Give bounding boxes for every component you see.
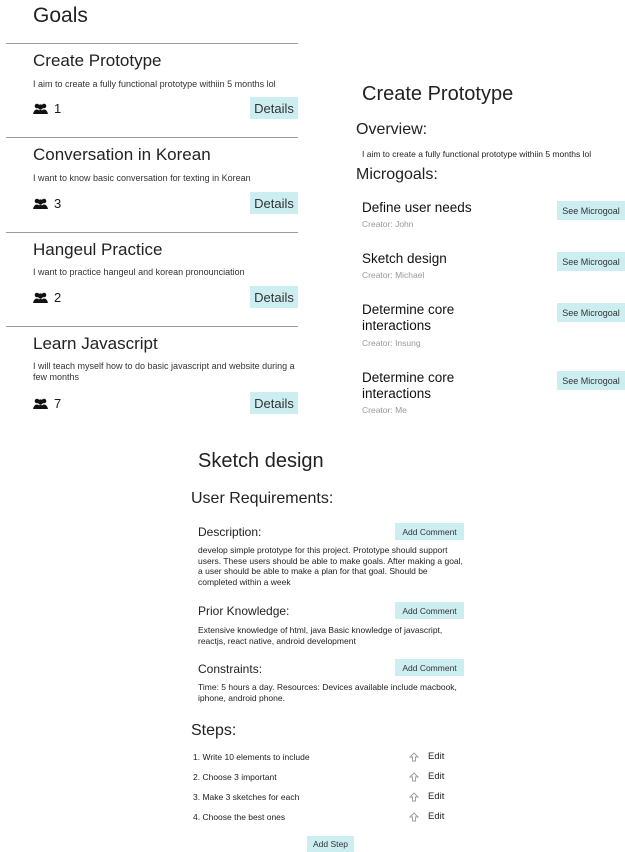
goal-title[interactable]: Create Prototype: [33, 51, 162, 71]
goal-description: I aim to create a fully functional proto…: [33, 79, 276, 89]
step-text: 3. Make 3 sketches for each: [193, 792, 300, 802]
microgoal-title[interactable]: Determine core interactions: [362, 302, 502, 334]
goal-members: 7: [33, 396, 61, 411]
divider: [6, 137, 298, 138]
up-arrow-icon[interactable]: [409, 792, 419, 802]
microgoal-creator: Creator: Insung: [362, 338, 421, 348]
details-button[interactable]: Details: [250, 286, 298, 308]
section-label: Description:: [198, 525, 262, 539]
overview-text: I aim to create a fully functional proto…: [362, 149, 592, 159]
see-microgoal-button[interactable]: See Microgoal: [557, 303, 625, 322]
group-icon: [33, 398, 48, 409]
group-icon: [33, 103, 48, 114]
member-count: 3: [54, 196, 62, 211]
add-comment-button[interactable]: Add Comment: [395, 659, 464, 676]
divider: [6, 43, 298, 44]
goal-members: 3: [33, 196, 61, 211]
goal-members: 2: [33, 290, 61, 305]
goal-title[interactable]: Hangeul Practice: [33, 240, 162, 260]
user-requirements-label: User Requirements:: [191, 490, 334, 507]
add-comment-button[interactable]: Add Comment: [395, 602, 464, 619]
edit-step-link[interactable]: Edit: [428, 771, 444, 782]
see-microgoal-button[interactable]: See Microgoal: [557, 201, 625, 220]
details-button[interactable]: Details: [250, 97, 298, 119]
goal-description: I want to practice hangeul and korean pr…: [33, 267, 245, 277]
step-text: 4. Choose the best ones: [193, 812, 286, 822]
up-arrow-icon[interactable]: [409, 772, 419, 782]
microgoals-label: Microgoals:: [356, 166, 438, 183]
goal-description: I will teach myself how to do basic java…: [33, 361, 295, 382]
see-microgoal-button[interactable]: See Microgoal: [557, 252, 625, 271]
member-count: 2: [54, 290, 62, 305]
goal-title[interactable]: Learn Javascript: [33, 334, 158, 354]
microgoal-detail-title: Sketch design: [198, 450, 324, 472]
section-label: Constraints:: [198, 662, 263, 676]
goals-page-title: Goals: [33, 4, 88, 27]
step-text: 2. Choose 3 important: [193, 772, 277, 782]
overview-label: Overview:: [356, 121, 428, 138]
microgoal-title[interactable]: Define user needs: [362, 200, 502, 216]
section-text: develop simple prototype for this projec…: [198, 545, 463, 587]
member-count: 1: [54, 101, 62, 116]
edit-step-link[interactable]: Edit: [428, 811, 444, 822]
divider: [6, 326, 298, 327]
up-arrow-icon[interactable]: [409, 812, 419, 822]
goal-description: I want to know basic conversation for te…: [33, 173, 251, 183]
microgoal-title[interactable]: Sketch design: [362, 251, 502, 267]
see-microgoal-button[interactable]: See Microgoal: [557, 371, 625, 390]
add-step-button[interactable]: Add Step: [307, 836, 354, 852]
section-text: Extensive knowledge of html, java Basic …: [198, 625, 443, 646]
microgoal-creator: Creator: Michael: [362, 270, 425, 280]
section-text: Time: 5 hours a day. Resources: Devices …: [198, 682, 457, 703]
details-button[interactable]: Details: [250, 392, 298, 414]
add-comment-button[interactable]: Add Comment: [395, 523, 464, 540]
microgoal-creator: Creator: John: [362, 219, 414, 229]
microgoal-creator: Creator: Me: [362, 405, 407, 415]
member-count: 7: [54, 396, 62, 411]
step-text: 1. Write 10 elements to include: [193, 752, 310, 762]
edit-step-link[interactable]: Edit: [428, 751, 444, 762]
divider: [6, 232, 298, 233]
edit-step-link[interactable]: Edit: [428, 791, 444, 802]
goal-title[interactable]: Conversation in Korean: [33, 145, 211, 165]
group-icon: [33, 198, 48, 209]
group-icon: [33, 292, 48, 303]
up-arrow-icon[interactable]: [409, 752, 419, 762]
microgoal-title[interactable]: Determine core interactions: [362, 370, 502, 402]
details-button[interactable]: Details: [250, 192, 298, 214]
goal-detail-title: Create Prototype: [362, 83, 514, 105]
steps-label: Steps:: [191, 722, 237, 739]
goal-members: 1: [33, 101, 61, 116]
section-label: Prior Knowledge:: [198, 604, 290, 618]
